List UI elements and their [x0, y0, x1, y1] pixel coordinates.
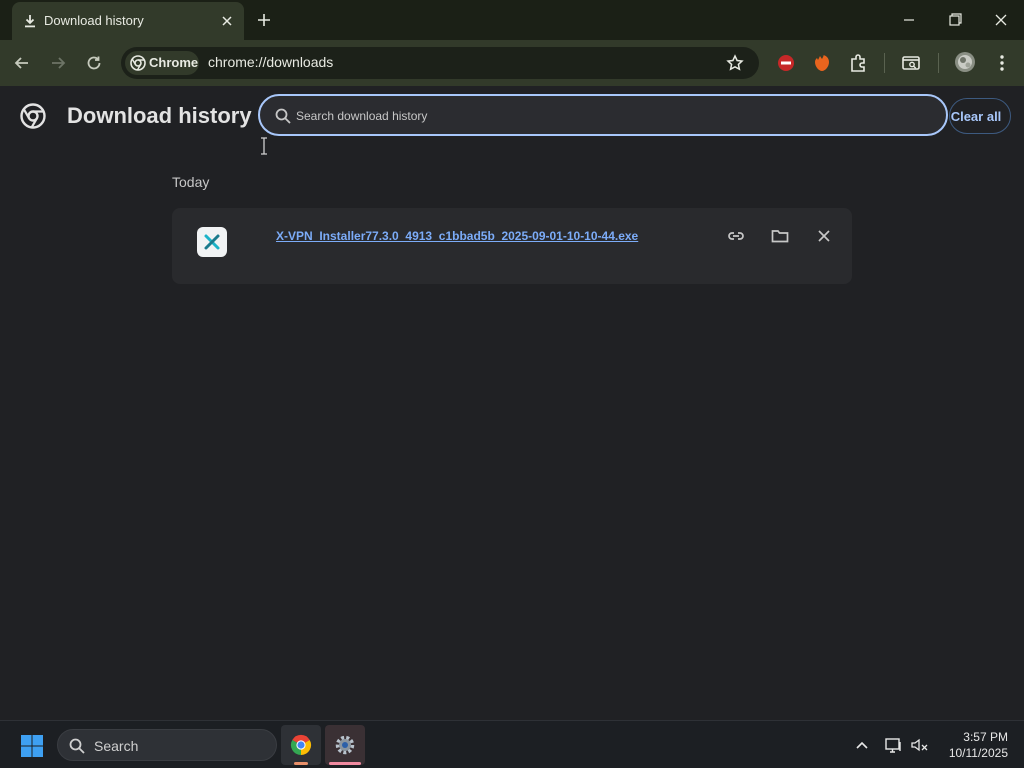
chrome-logo-icon: [20, 103, 46, 129]
taskbar-search-box[interactable]: Search: [57, 729, 277, 761]
search-downloads-box[interactable]: [258, 94, 948, 136]
taskbar-search-label: Search: [94, 738, 139, 754]
back-arrow-icon[interactable]: [11, 52, 33, 74]
taskbar-clock[interactable]: 3:57 PM 10/11/2025: [936, 729, 1008, 761]
minimize-icon[interactable]: [898, 10, 920, 30]
tab-title: Download history: [44, 13, 144, 28]
windows-start-icon[interactable]: [20, 734, 44, 758]
reload-icon[interactable]: [83, 52, 105, 74]
download-item: X-VPN_Installer77.3.0_4913_c1bbad5b_2025…: [172, 208, 852, 284]
text-cursor-icon: [261, 137, 267, 155]
adblock-extension-icon[interactable]: [775, 52, 797, 74]
omnibox[interactable]: Chrome chrome://downloads: [121, 47, 759, 79]
clock-date: 10/11/2025: [948, 746, 1008, 760]
search-icon: [275, 108, 291, 124]
chrome-logo-icon: [130, 55, 146, 71]
tab-strip: Download history: [0, 0, 1024, 40]
forward-arrow-icon[interactable]: [47, 52, 69, 74]
running-indicator: [294, 762, 308, 765]
chip-label: Chrome: [149, 55, 199, 70]
restore-icon[interactable]: [944, 10, 966, 30]
tab-download-history[interactable]: Download history: [12, 2, 244, 40]
show-in-folder-icon[interactable]: [770, 226, 790, 246]
toolbar-separator: [884, 53, 885, 73]
taskbar-settings-app[interactable]: [325, 725, 365, 765]
url-text[interactable]: chrome://downloads: [208, 54, 333, 70]
menu-kebab-icon[interactable]: [991, 52, 1013, 74]
clear-all-button[interactable]: Clear all: [949, 98, 1011, 134]
toolbar-separator: [938, 53, 939, 73]
download-file-link[interactable]: X-VPN_Installer77.3.0_4913_c1bbad5b_2025…: [276, 229, 638, 243]
clock-time: 3:57 PM: [963, 730, 1008, 744]
tab-close-icon[interactable]: [218, 12, 236, 30]
active-indicator: [329, 762, 361, 765]
bookmark-star-icon[interactable]: [725, 53, 745, 73]
copy-link-icon[interactable]: [726, 226, 746, 246]
date-section-label: Today: [172, 174, 210, 190]
brave-lion-extension-icon[interactable]: [811, 52, 833, 74]
tab-search-icon[interactable]: [900, 52, 922, 74]
network-sound-icon[interactable]: [910, 735, 930, 755]
page-title: Download history: [67, 103, 252, 128]
browser-toolbar: Chrome chrome://downloads: [0, 40, 1024, 86]
display-icon[interactable]: [884, 735, 904, 755]
settings-gear-icon: [335, 735, 355, 755]
site-info-chip[interactable]: Chrome: [125, 51, 199, 75]
taskbar-chrome-app[interactable]: [281, 725, 321, 765]
x-vpn-app-icon: [197, 227, 227, 257]
profile-avatar[interactable]: [954, 51, 976, 73]
new-tab-icon[interactable]: [254, 10, 274, 30]
search-icon: [69, 738, 85, 754]
chrome-app-icon: [290, 734, 312, 756]
search-downloads-input[interactable]: [296, 104, 916, 128]
windows-taskbar: Search 3:57 PM 10/11/2025: [0, 720, 1024, 768]
extensions-puzzle-icon[interactable]: [847, 52, 869, 74]
download-icon: [25, 15, 35, 28]
remove-from-list-icon[interactable]: [814, 226, 834, 246]
close-window-icon[interactable]: [990, 10, 1012, 30]
show-hidden-icons-chevron[interactable]: [852, 735, 872, 755]
